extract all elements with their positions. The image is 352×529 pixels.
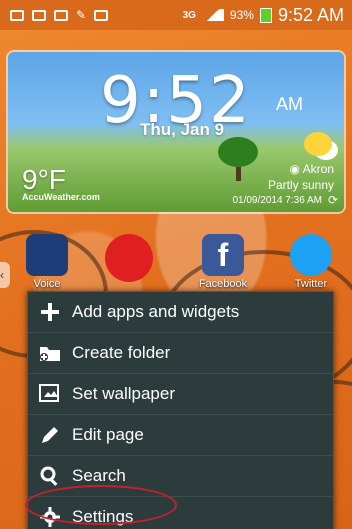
menu-item-label: Edit page: [72, 425, 144, 444]
widget-brand: AccuWeather.com: [22, 192, 100, 202]
status-clock: 9:52 AM: [277, 4, 344, 25]
widget-ampm: AM: [276, 94, 303, 114]
battery-percent: 93%: [229, 8, 254, 22]
app-facebook[interactable]: f Facebook: [198, 234, 248, 290]
pencil-icon: [36, 421, 64, 449]
refresh-icon[interactable]: ⟳: [328, 193, 338, 207]
bag-icon: [94, 9, 109, 21]
tree-icon: [218, 137, 258, 181]
menu-item-label: Search: [72, 466, 126, 485]
menu-item-label: Create folder: [72, 343, 171, 362]
folder-icon: [36, 339, 64, 367]
notification-icon: [10, 9, 24, 21]
app-twitter[interactable]: Twitter: [286, 234, 336, 290]
twitter-icon: [290, 234, 332, 276]
app-label: Twitter: [294, 278, 328, 290]
menu-item-label: Settings: [72, 507, 134, 526]
gear-icon: [36, 503, 64, 529]
menu-item-label: Set wallpaper: [72, 384, 176, 403]
plus-icon: [36, 298, 64, 326]
menu-item-search[interactable]: Search: [28, 456, 333, 497]
signal-icon: [201, 9, 224, 21]
red-app-icon: [105, 234, 153, 282]
weather-clock-widget[interactable]: 9:52 AM Thu, Jan 9 9°F AccuWeather.com ◉…: [8, 52, 344, 212]
wallpaper-icon: [36, 380, 64, 408]
widget-city-label: Akron: [302, 162, 334, 176]
widget-date: Thu, Jan 9: [140, 120, 225, 139]
app-label: Facebook: [198, 278, 248, 290]
search-icon: [36, 462, 64, 490]
home-options-menu: Add apps and widgets Create folder Set w…: [27, 291, 334, 529]
widget-condition: Partly sunny: [267, 178, 334, 192]
widget-updated: 01/09/2014 7:36 AM: [232, 195, 322, 206]
app-red[interactable]: [104, 234, 154, 284]
location-icon: ◉: [289, 162, 303, 176]
menu-item-settings[interactable]: Settings: [28, 497, 333, 529]
app-label: Voice: [33, 278, 61, 290]
mail-icon: [32, 9, 46, 21]
menu-item-add-apps-widgets[interactable]: Add apps and widgets: [28, 292, 333, 333]
menu-item-set-wallpaper[interactable]: Set wallpaper: [28, 374, 333, 415]
message-icon: [54, 9, 68, 21]
voice-app-icon: [26, 234, 68, 276]
menu-item-edit-page[interactable]: Edit page: [28, 415, 333, 456]
partly-sunny-icon: [304, 132, 332, 156]
facebook-icon: f: [202, 234, 244, 276]
battery-icon: [259, 7, 272, 23]
page-left-icon[interactable]: ‹: [0, 262, 10, 288]
widget-city: ◉ Akron: [289, 162, 334, 176]
network-type: 3G: [182, 9, 196, 21]
menu-item-create-folder[interactable]: Create folder: [28, 333, 333, 374]
home-screen: ✎ 3G 93% 9:52 AM 9:52 AM Thu, Jan 9 9°F …: [0, 0, 352, 529]
status-bar: ✎ 3G 93% 9:52 AM: [0, 0, 352, 30]
edit-icon: ✎: [76, 8, 87, 22]
menu-item-label: Add apps and widgets: [72, 302, 240, 321]
app-voice[interactable]: Voice: [22, 234, 72, 290]
